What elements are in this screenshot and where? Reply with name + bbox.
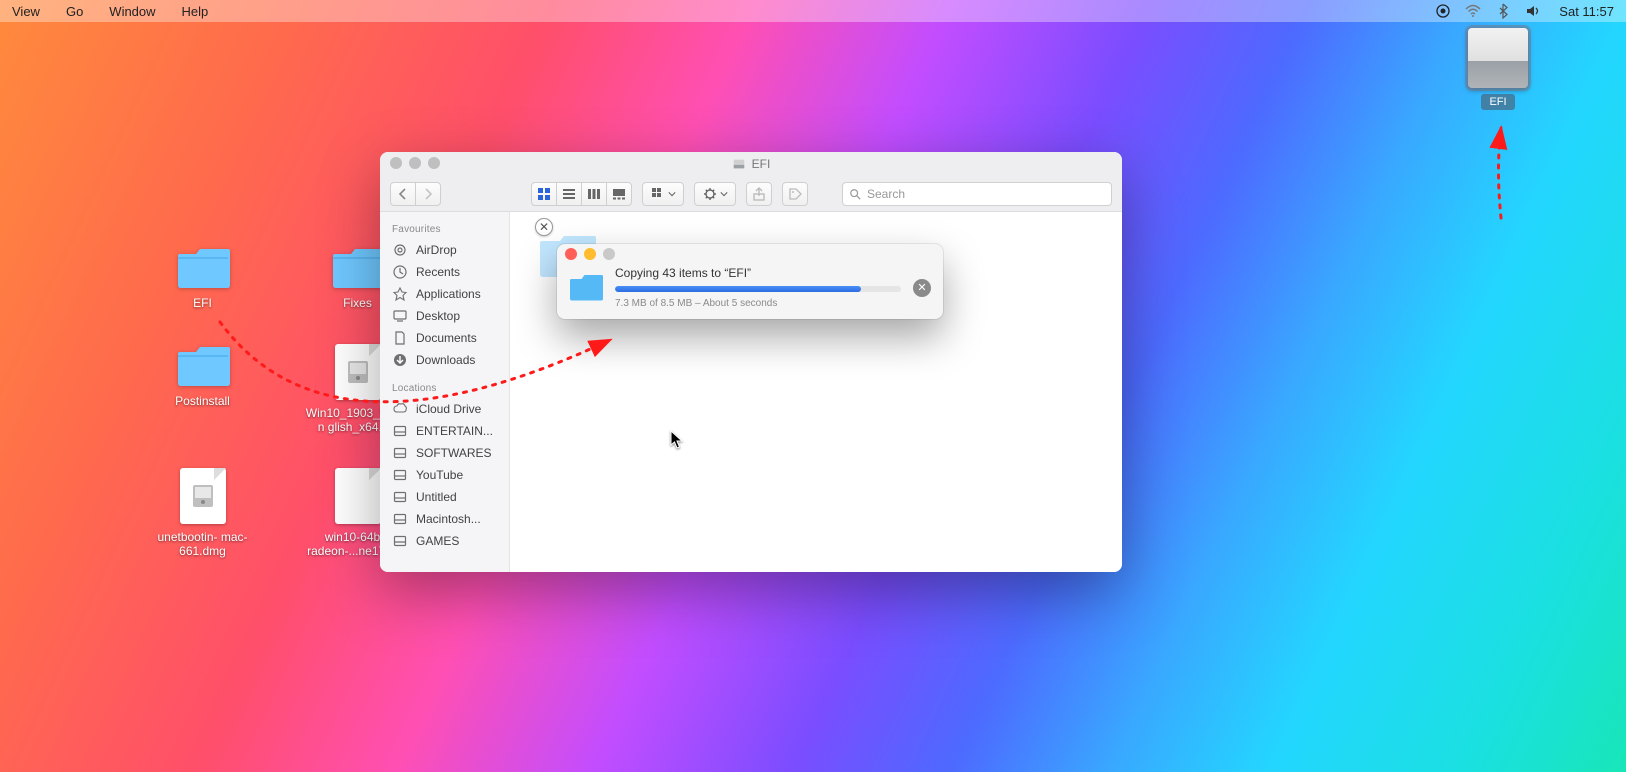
sidebar-item-macintosh[interactable]: Macintosh... — [380, 508, 509, 530]
sidebar-item-label: Downloads — [416, 353, 475, 367]
desktop-folder-efi[interactable]: EFI — [150, 246, 255, 310]
copy-progress-subtitle: 7.3 MB of 8.5 MB – About 5 seconds — [615, 298, 901, 309]
bluetooth-icon[interactable] — [1495, 3, 1511, 19]
desktop-icon-label: unetbootin- mac-661.dmg — [150, 530, 255, 558]
external-drive-icon — [1468, 28, 1528, 88]
sidebar-header-favourites: Favourites — [380, 220, 509, 239]
cancel-copy-button[interactable]: ✕ — [913, 279, 931, 297]
close-window-button[interactable] — [390, 157, 402, 169]
search-icon — [849, 188, 861, 200]
copy-progress-dialog: Copying 43 items to “EFI” 7.3 MB of 8.5 … — [557, 244, 943, 319]
copy-progress-title: Copying 43 items to “EFI” — [615, 266, 901, 280]
share-button[interactable] — [746, 182, 772, 206]
desktop-file-unetbootin-dmg[interactable]: unetbootin- mac-661.dmg — [150, 468, 255, 558]
sidebar-item-label: iCloud Drive — [416, 402, 481, 416]
sidebar-item-softwares[interactable]: SOFTWARES — [380, 442, 509, 464]
view-mode-buttons — [531, 182, 632, 206]
back-button[interactable] — [390, 182, 416, 206]
window-controls — [390, 157, 440, 169]
sidebar-item-applications[interactable]: Applications — [380, 283, 509, 305]
folder-icon — [176, 246, 230, 290]
desktop-icon-label: Postinstall — [150, 394, 255, 408]
sidebar-header-locations: Locations — [380, 379, 509, 398]
annotation-arrow-drive — [1486, 118, 1516, 228]
sidebar-item-desktop[interactable]: Desktop — [380, 305, 509, 327]
disk-image-icon — [180, 468, 226, 524]
sidebar-item-recents[interactable]: Recents — [380, 261, 509, 283]
view-list-button[interactable] — [556, 182, 582, 206]
window-title-text: EFI — [752, 157, 771, 171]
volume-icon[interactable] — [1525, 3, 1541, 19]
minimize-window-button[interactable] — [409, 157, 421, 169]
close-icon[interactable]: ✕ — [535, 218, 553, 236]
folder-icon — [176, 344, 230, 388]
progress-bar — [615, 286, 901, 292]
menu-bar-left: View Go Window Help — [8, 2, 212, 21]
sidebar-item-label: YouTube — [416, 468, 463, 482]
sidebar-item-label: Recents — [416, 265, 460, 279]
sidebar-item-entertain[interactable]: ENTERTAIN... — [380, 420, 509, 442]
finder-window: EFI Search Favourites AirDrop Recents A — [380, 152, 1122, 572]
window-title: EFI — [732, 157, 771, 171]
sidebar-item-label: Documents — [416, 331, 477, 345]
fullscreen-window-button[interactable] — [428, 157, 440, 169]
file-icon — [335, 468, 381, 524]
sidebar-item-label: AirDrop — [416, 243, 457, 257]
desktop-drive-efi[interactable]: EFI — [1468, 28, 1528, 110]
mouse-cursor — [670, 430, 684, 455]
sidebar-item-games[interactable]: GAMES — [380, 530, 509, 552]
finder-toolbar: Search — [380, 176, 1122, 212]
desktop-drive-label: EFI — [1481, 94, 1514, 110]
dialog-minimize-button[interactable] — [584, 248, 596, 260]
view-icons-button[interactable] — [531, 182, 557, 206]
tags-button[interactable] — [782, 182, 808, 206]
folder-icon — [331, 246, 385, 290]
dialog-window-controls — [565, 248, 615, 260]
drive-icon — [732, 157, 746, 171]
sidebar-item-airdrop[interactable]: AirDrop — [380, 239, 509, 261]
menu-go[interactable]: Go — [62, 2, 87, 21]
wifi-icon[interactable] — [1465, 3, 1481, 19]
sidebar-item-youtube[interactable]: YouTube — [380, 464, 509, 486]
sidebar-item-label: Applications — [416, 287, 481, 301]
sidebar-item-downloads[interactable]: Downloads — [380, 349, 509, 371]
desktop-folder-postinstall[interactable]: Postinstall — [150, 344, 255, 434]
desktop-icon-label: EFI — [150, 296, 255, 310]
screen-record-icon[interactable] — [1435, 3, 1451, 19]
sidebar-item-untitled[interactable]: Untitled — [380, 486, 509, 508]
menu-help[interactable]: Help — [178, 2, 213, 21]
menu-bar-right: Sat 11:57 — [1435, 2, 1618, 21]
search-field[interactable]: Search — [842, 182, 1112, 206]
menu-bar: View Go Window Help Sat 11:57 — [0, 0, 1626, 22]
menu-view[interactable]: View — [8, 2, 44, 21]
dialog-close-button[interactable] — [565, 248, 577, 260]
dialog-zoom-button — [603, 248, 615, 260]
view-columns-button[interactable] — [581, 182, 607, 206]
sidebar-item-label: GAMES — [416, 534, 459, 548]
sidebar-item-icloud[interactable]: iCloud Drive — [380, 398, 509, 420]
sidebar-item-label: Untitled — [416, 490, 457, 504]
sidebar-item-label: SOFTWARES — [416, 446, 492, 460]
disk-image-icon — [335, 344, 381, 400]
sidebar-item-label: ENTERTAIN... — [416, 424, 493, 438]
sidebar-item-label: Desktop — [416, 309, 460, 323]
menu-window[interactable]: Window — [105, 2, 159, 21]
nav-buttons — [390, 182, 441, 206]
folder-icon — [569, 273, 603, 303]
menu-clock[interactable]: Sat 11:57 — [1555, 2, 1618, 21]
dialog-titlebar[interactable] — [557, 244, 943, 262]
sidebar-item-label: Macintosh... — [416, 512, 481, 526]
finder-sidebar: Favourites AirDrop Recents Applications … — [380, 212, 510, 572]
copy-progress-text: Copying 43 items to “EFI” 7.3 MB of 8.5 … — [615, 266, 901, 309]
arrange-button[interactable] — [642, 182, 684, 206]
forward-button[interactable] — [415, 182, 441, 206]
action-button[interactable] — [694, 182, 736, 206]
desktop-icons: EFI Fixes Postinstall Win10_1903_V1_En g… — [150, 246, 410, 592]
sidebar-item-documents[interactable]: Documents — [380, 327, 509, 349]
finder-titlebar[interactable]: EFI — [380, 152, 1122, 176]
view-gallery-button[interactable] — [606, 182, 632, 206]
search-placeholder: Search — [867, 187, 905, 201]
